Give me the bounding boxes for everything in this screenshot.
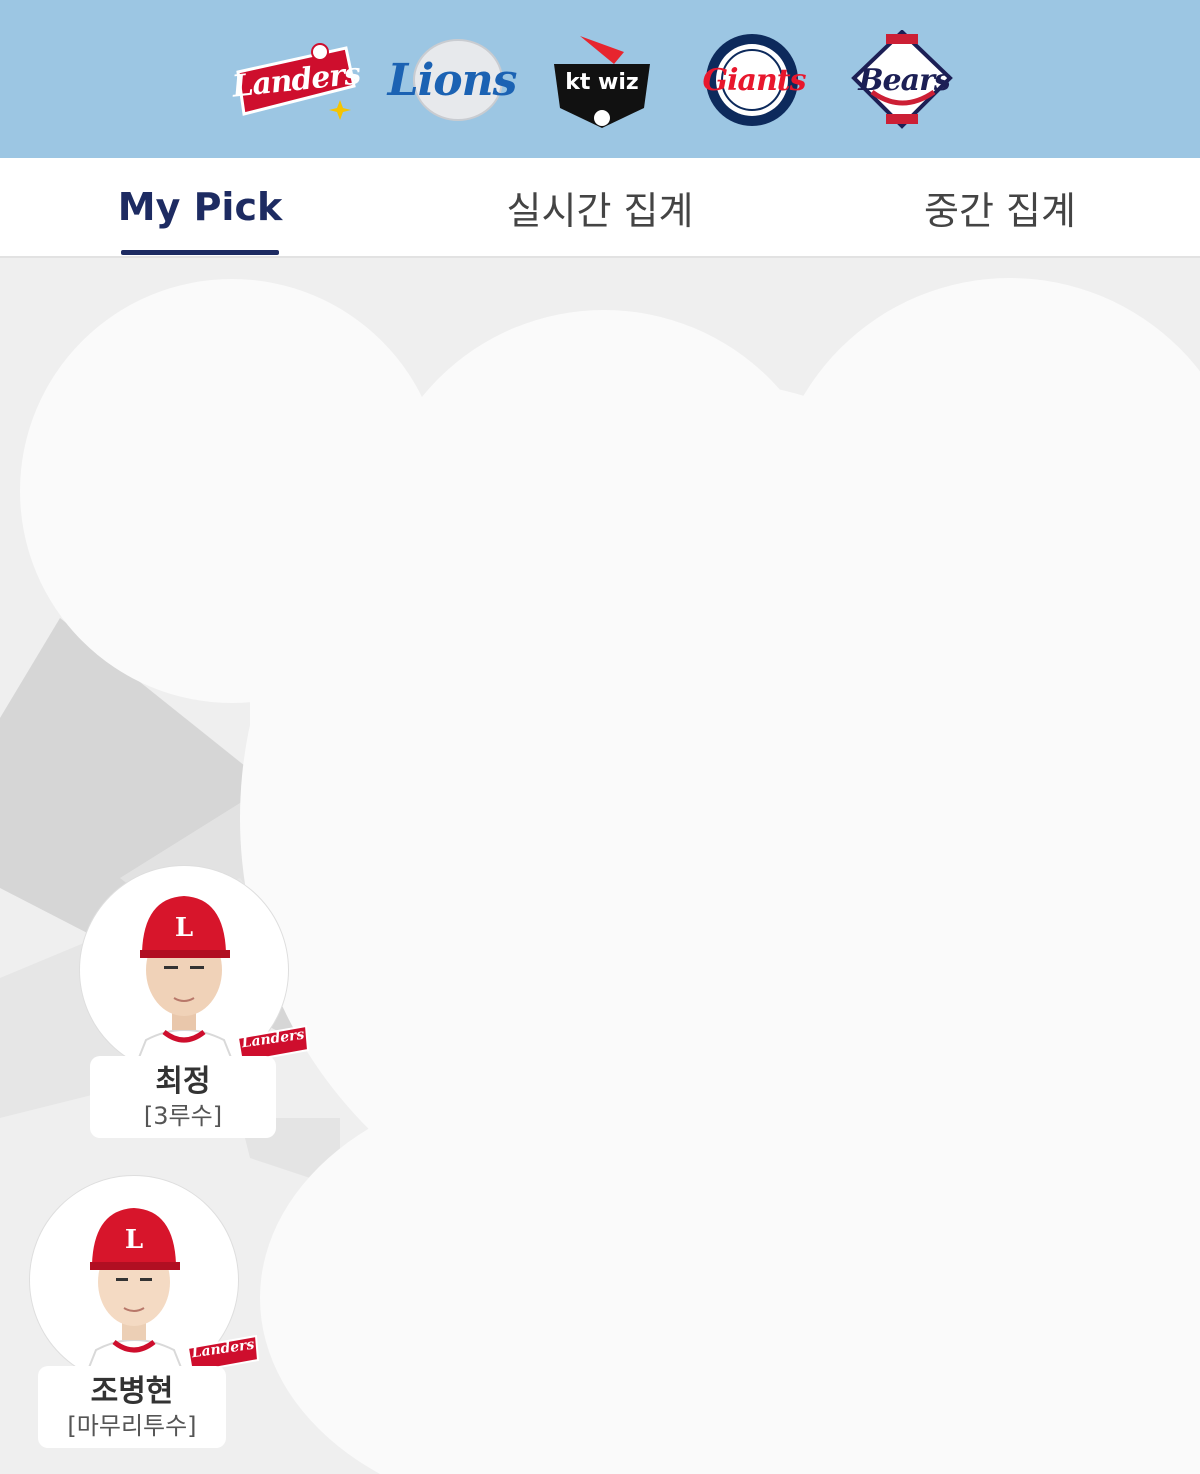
team-logo-bar: Landers Lions kt wiz Giants Bears (0, 0, 1200, 158)
team-logo-lions[interactable]: Lions (387, 30, 518, 130)
view-tabs: My Pick 실시간 집계 중간 집계 (0, 158, 1200, 258)
active-tab-indicator (121, 250, 279, 255)
svg-text:L: L (175, 913, 193, 943)
player-name-1: 최정 (155, 1064, 211, 1099)
player-label-2: 조병현 [마무리투수] (38, 1366, 226, 1448)
tab-my-pick[interactable]: My Pick (0, 158, 400, 256)
tab-realtime-tally[interactable]: 실시간 집계 (400, 158, 800, 256)
player-position-1: [3루수] (143, 1102, 223, 1130)
player-card-2[interactable]: L Landers 조병현 [마무리투수] (30, 1176, 270, 1456)
svg-text:L: L (125, 1225, 143, 1255)
team-logo-landers[interactable]: Landers (230, 30, 362, 130)
player-label-1: 최정 [3루수] (90, 1056, 276, 1138)
tab-interim-tally[interactable]: 중간 집계 (800, 158, 1200, 256)
giants-logo-text: Giants (702, 62, 806, 98)
ktwiz-logo-text: kt wiz (565, 69, 639, 95)
team-logo-giants[interactable]: Giants (692, 30, 816, 130)
player-position-2: [마무리투수] (67, 1412, 197, 1440)
lions-logo-text: Lions (387, 54, 518, 106)
player-name-2: 조병현 (90, 1374, 174, 1409)
lineup-field: L Landers 최정 [3루수] L Landers 조병현 [마무리투수] (0, 258, 1200, 1474)
bears-logo-text: Bears (858, 62, 951, 98)
team-logo-ktwiz[interactable]: kt wiz (540, 30, 664, 130)
team-logo-bears[interactable]: Bears (842, 30, 966, 130)
player-card-1[interactable]: L Landers 최정 [3루수] (80, 866, 320, 1146)
